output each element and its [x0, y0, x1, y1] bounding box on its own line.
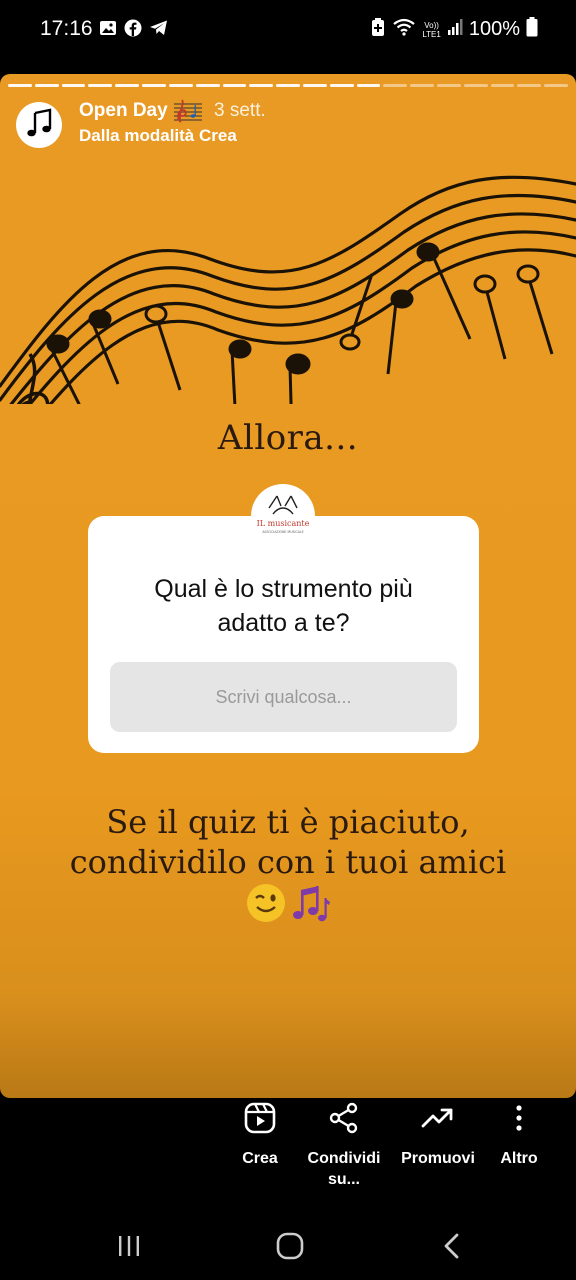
progress-segment: [249, 84, 274, 87]
home-icon[interactable]: [276, 1232, 304, 1265]
progress-segment: [34, 84, 59, 87]
progress-segment: [88, 84, 113, 87]
question-line-1: Qual è lo strumento più: [154, 575, 413, 603]
wifi-icon: [392, 18, 416, 41]
lte-icon: Vo)) LTE1: [422, 21, 441, 39]
signal-icon: [447, 18, 463, 41]
status-notification-icons: [99, 19, 169, 42]
progress-segment: [463, 84, 488, 87]
story-caption: Se il quiz ti è piaciuto, condividilo co…: [0, 802, 576, 882]
reels-icon: [230, 1098, 290, 1138]
trend-up-icon: [398, 1098, 478, 1138]
crea-button[interactable]: Crea: [230, 1098, 290, 1169]
story-heading: Allora...: [217, 418, 359, 458]
progress-segment: [168, 84, 193, 87]
story-subtitle: Dalla modalità Crea: [79, 126, 237, 145]
story-view[interactable]: Open Day 3 sett. Dalla modalità Crea All…: [0, 74, 576, 1098]
battery-percentage: 100%: [468, 18, 520, 40]
lte-label-top: Vo)): [424, 20, 439, 30]
progress-segment: [195, 84, 220, 87]
progress-segment: [517, 84, 542, 87]
crea-label: Crea: [242, 1150, 278, 1167]
avatar[interactable]: [16, 102, 62, 148]
progress-segment: [490, 84, 515, 87]
music-staff-illustration: [0, 175, 576, 404]
more-label: Altro: [500, 1150, 538, 1167]
progress-segment: [8, 84, 32, 87]
progress-segment: [276, 84, 300, 87]
gallery-icon: [99, 19, 117, 42]
lte-label-bottom: LTE1: [422, 29, 441, 39]
recent-apps-icon[interactable]: [117, 1234, 141, 1263]
logo-subtext: ASSOCIAZIONE MUSICALE: [262, 530, 303, 534]
share-label: Condividi su...: [302, 1148, 386, 1190]
progress-segment: [61, 84, 86, 87]
answer-input[interactable]: Scrivi qualcosa...: [110, 662, 457, 732]
account-name[interactable]: Open Day: [79, 100, 168, 122]
caption-emojis: [0, 882, 576, 929]
musical-notes-icon: [289, 882, 331, 929]
logo-text: IL musicante: [257, 519, 310, 528]
share-button[interactable]: Condividi su...: [302, 1098, 386, 1190]
progress-segment: [115, 84, 140, 87]
promote-button[interactable]: Promuovi: [398, 1098, 478, 1169]
progress-segment: [142, 84, 166, 87]
story-time-ago: 3 sett.: [214, 100, 266, 121]
status-bar: 17:16 Vo)) LTE1 100%: [0, 0, 576, 60]
caption-line-1: Se il quiz ti è piaciuto,: [106, 803, 470, 841]
battery-saver-icon: [370, 17, 386, 42]
system-navigation-bar: [0, 1208, 576, 1280]
telegram-icon: [149, 19, 169, 42]
question-sticker[interactable]: Qual è lo strumento più adatto a te? Scr…: [88, 516, 479, 753]
share-label-line-2: su...: [327, 1171, 360, 1188]
progress-segment: [329, 84, 354, 87]
winking-face-icon: [245, 882, 287, 929]
caption-line-2: condividilo con i tuoi amici: [69, 843, 507, 881]
progress-segment: [383, 84, 408, 87]
music-note-icon: [24, 108, 54, 143]
story-progress-bar: [8, 84, 569, 87]
progress-segment: [222, 84, 247, 87]
progress-segment: [544, 84, 569, 87]
progress-segment: [356, 84, 381, 87]
status-time: 17:16: [40, 17, 93, 40]
status-system-icons: Vo)) LTE1 100%: [370, 17, 538, 42]
question-text: Qual è lo strumento più adatto a te?: [88, 572, 479, 640]
question-line-2: adatto a te?: [217, 609, 350, 637]
promote-label: Promuovi: [401, 1150, 475, 1167]
progress-segment: [302, 84, 327, 87]
progress-segment: [437, 84, 461, 87]
progress-segment: [410, 84, 434, 87]
more-vertical-icon: [494, 1098, 544, 1138]
back-icon[interactable]: [442, 1233, 462, 1264]
battery-icon: [526, 17, 538, 42]
share-icon: [302, 1098, 386, 1138]
story-action-bar: Crea Condividi su... Promuovi Altro: [0, 1098, 576, 1208]
association-logo: IL musicante ASSOCIAZIONE MUSICALE: [251, 484, 315, 548]
facebook-icon: [124, 19, 142, 42]
share-label-line-1: Condividi: [307, 1150, 381, 1167]
more-button[interactable]: Altro: [494, 1098, 544, 1169]
musical-score-icon: [173, 98, 203, 129]
